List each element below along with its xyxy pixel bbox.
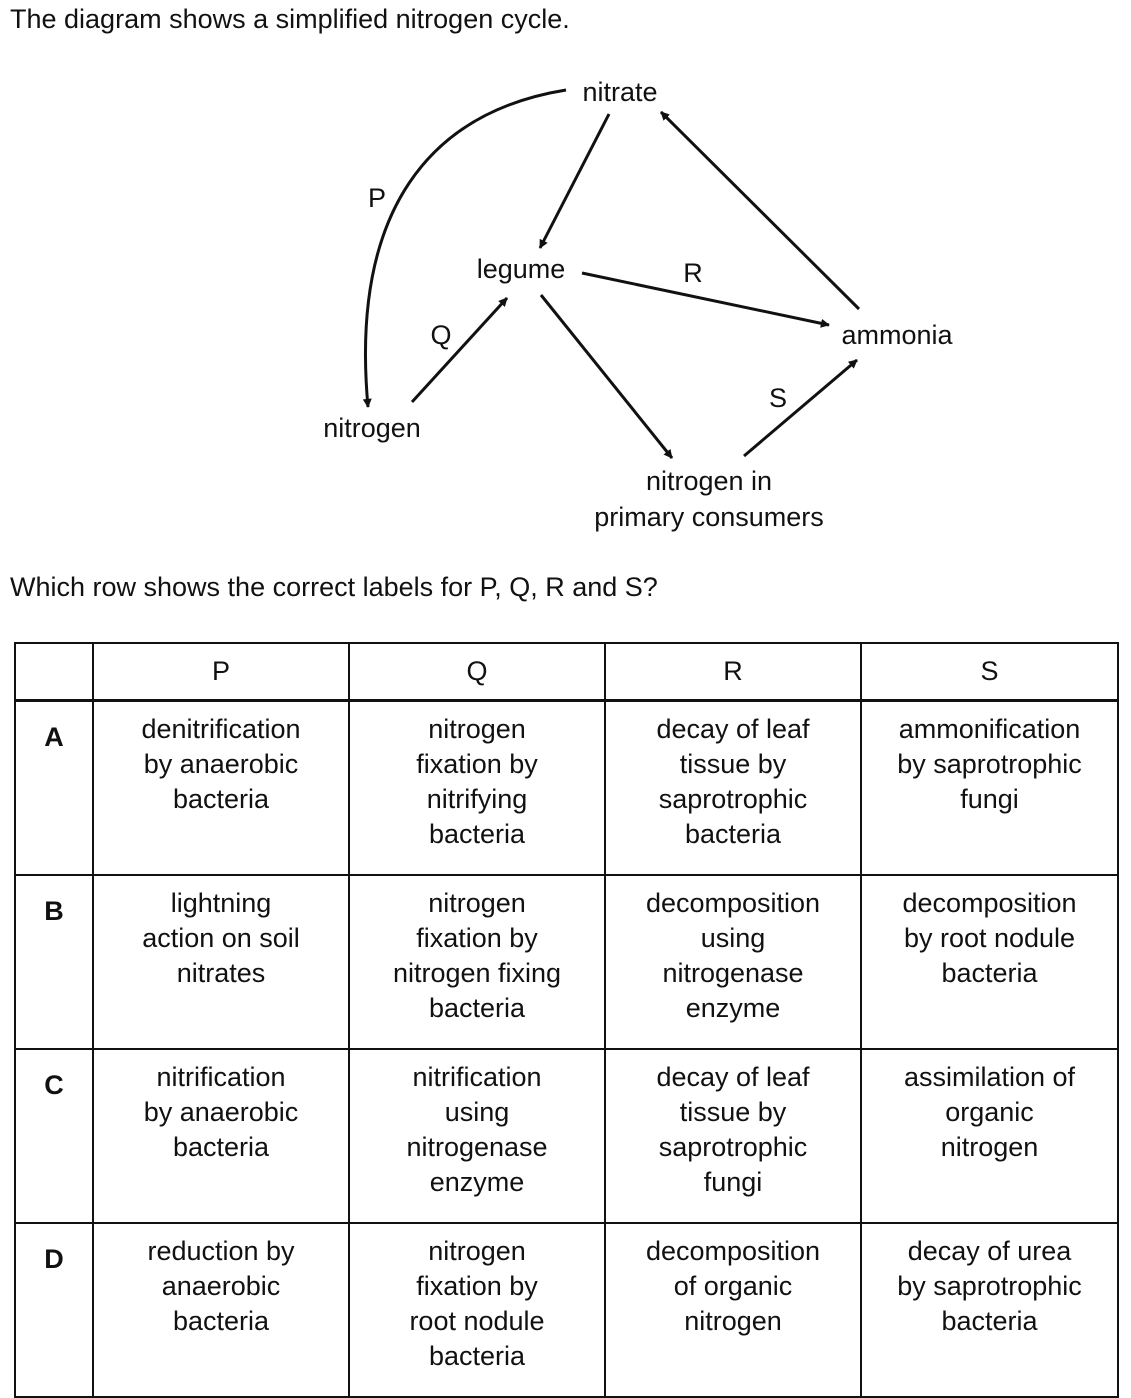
cell-a-r: decay of leaf tissue by saprotrophic bac… [604,699,862,876]
node-consumers-line2: primary consumers [594,502,824,532]
cell-b-s: decomposition by root nodule bacteria [860,874,1119,1050]
cell-b-p: lightning action on soil nitrates [92,874,350,1050]
cell-text: decay of leaf tissue by saprotrophic bac… [656,714,810,849]
cell-c-r: decay of leaf tissue by saprotrophic fun… [604,1048,862,1224]
node-legume: legume [477,254,566,284]
cell-text: decomposition using nitrogenase enzyme [645,888,821,1023]
header-s: S [860,642,1119,702]
cell-text: decay of leaf tissue by saprotrophic fun… [656,1062,810,1197]
node-ammonia: ammonia [841,320,953,350]
arrow-r [581,271,830,328]
question-text: Which row shows the correct labels for P… [10,572,658,602]
cell-text: decomposition of organic nitrogen [645,1236,821,1336]
cell-a-q: nitrogen fixation by nitrifying bacteria [348,699,606,876]
cell-a-p: denitrification by anaerobic bacteria [92,699,350,876]
cell-c-q: nitrification using nitrogenase enzyme [348,1048,606,1224]
cell-text: ammonification by saprotrophic fungi [897,714,1082,814]
cell-text: lightning action on soil nitrates [142,888,300,988]
header-blank [14,642,94,702]
arrow-legume-to-consumers [539,294,674,459]
arrow-s [743,358,858,458]
cell-d-r: decomposition of organic nitrogen [604,1222,862,1398]
cell-b-r: decomposition using nitrogenase enzyme [604,874,862,1050]
label-q: Q [430,320,451,350]
row-letter-c: C [14,1048,94,1224]
cell-b-q: nitrogen fixation by nitrogen fixing bac… [348,874,606,1050]
row-letter-d: D [14,1222,94,1398]
cell-text: nitrogen fixation by root nodule bacteri… [409,1236,545,1371]
cell-c-s: assimilation of organic nitrogen [860,1048,1119,1224]
table-header-row: P Q R S [14,642,1119,702]
header-p: P [92,642,350,702]
cell-a-s: ammonification by saprotrophic fungi [860,699,1119,876]
label-s: S [769,383,787,413]
table-row: A denitrification by anaerobic bacteria … [14,699,1119,876]
cell-text: decomposition by root nodule bacteria [902,888,1077,988]
table-row: B lightning action on soil nitrates nitr… [14,874,1119,1050]
arrow-q [410,296,509,404]
table-row: D reduction by anaerobic bacteria nitrog… [14,1222,1119,1398]
node-consumers-line1: nitrogen in [646,466,772,496]
cell-text: nitrification using nitrogenase enzyme [406,1062,548,1197]
cell-text: decay of urea by saprotrophic bacteria [897,1236,1082,1336]
cell-d-q: nitrogen fixation by root nodule bacteri… [348,1222,606,1398]
cell-text: nitrification by anaerobic bacteria [143,1062,299,1162]
cell-d-p: reduction by anaerobic bacteria [92,1222,350,1398]
cell-text: reduction by anaerobic bacteria [147,1236,295,1336]
cell-text: denitrification by anaerobic bacteria [141,714,301,814]
cell-text: assimilation of organic nitrogen [903,1062,1076,1162]
arrow-p [362,88,567,408]
header-q: Q [348,642,606,702]
arrow-nitrate-to-legume [538,113,611,249]
node-nitrate: nitrate [582,77,657,107]
answer-table: P Q R S A denitrification by anaerobic b… [14,642,1119,1398]
cell-text: nitrogen fixation by nitrifying bacteria [416,714,538,849]
nitrogen-cycle-diagram: nitrate legume ammonia nitrogen nitrogen… [323,77,953,532]
label-r: R [683,258,703,288]
label-p: P [368,183,386,213]
row-letter-b: B [14,874,94,1050]
cell-text: nitrogen fixation by nitrogen fixing bac… [392,888,562,1023]
row-letter-a: A [14,699,94,876]
header-r: R [604,642,862,702]
table-row: C nitrification by anaerobic bacteria ni… [14,1048,1119,1224]
cell-c-p: nitrification by anaerobic bacteria [92,1048,350,1224]
cell-d-s: decay of urea by saprotrophic bacteria [860,1222,1119,1398]
node-nitrogen: nitrogen [323,413,421,443]
